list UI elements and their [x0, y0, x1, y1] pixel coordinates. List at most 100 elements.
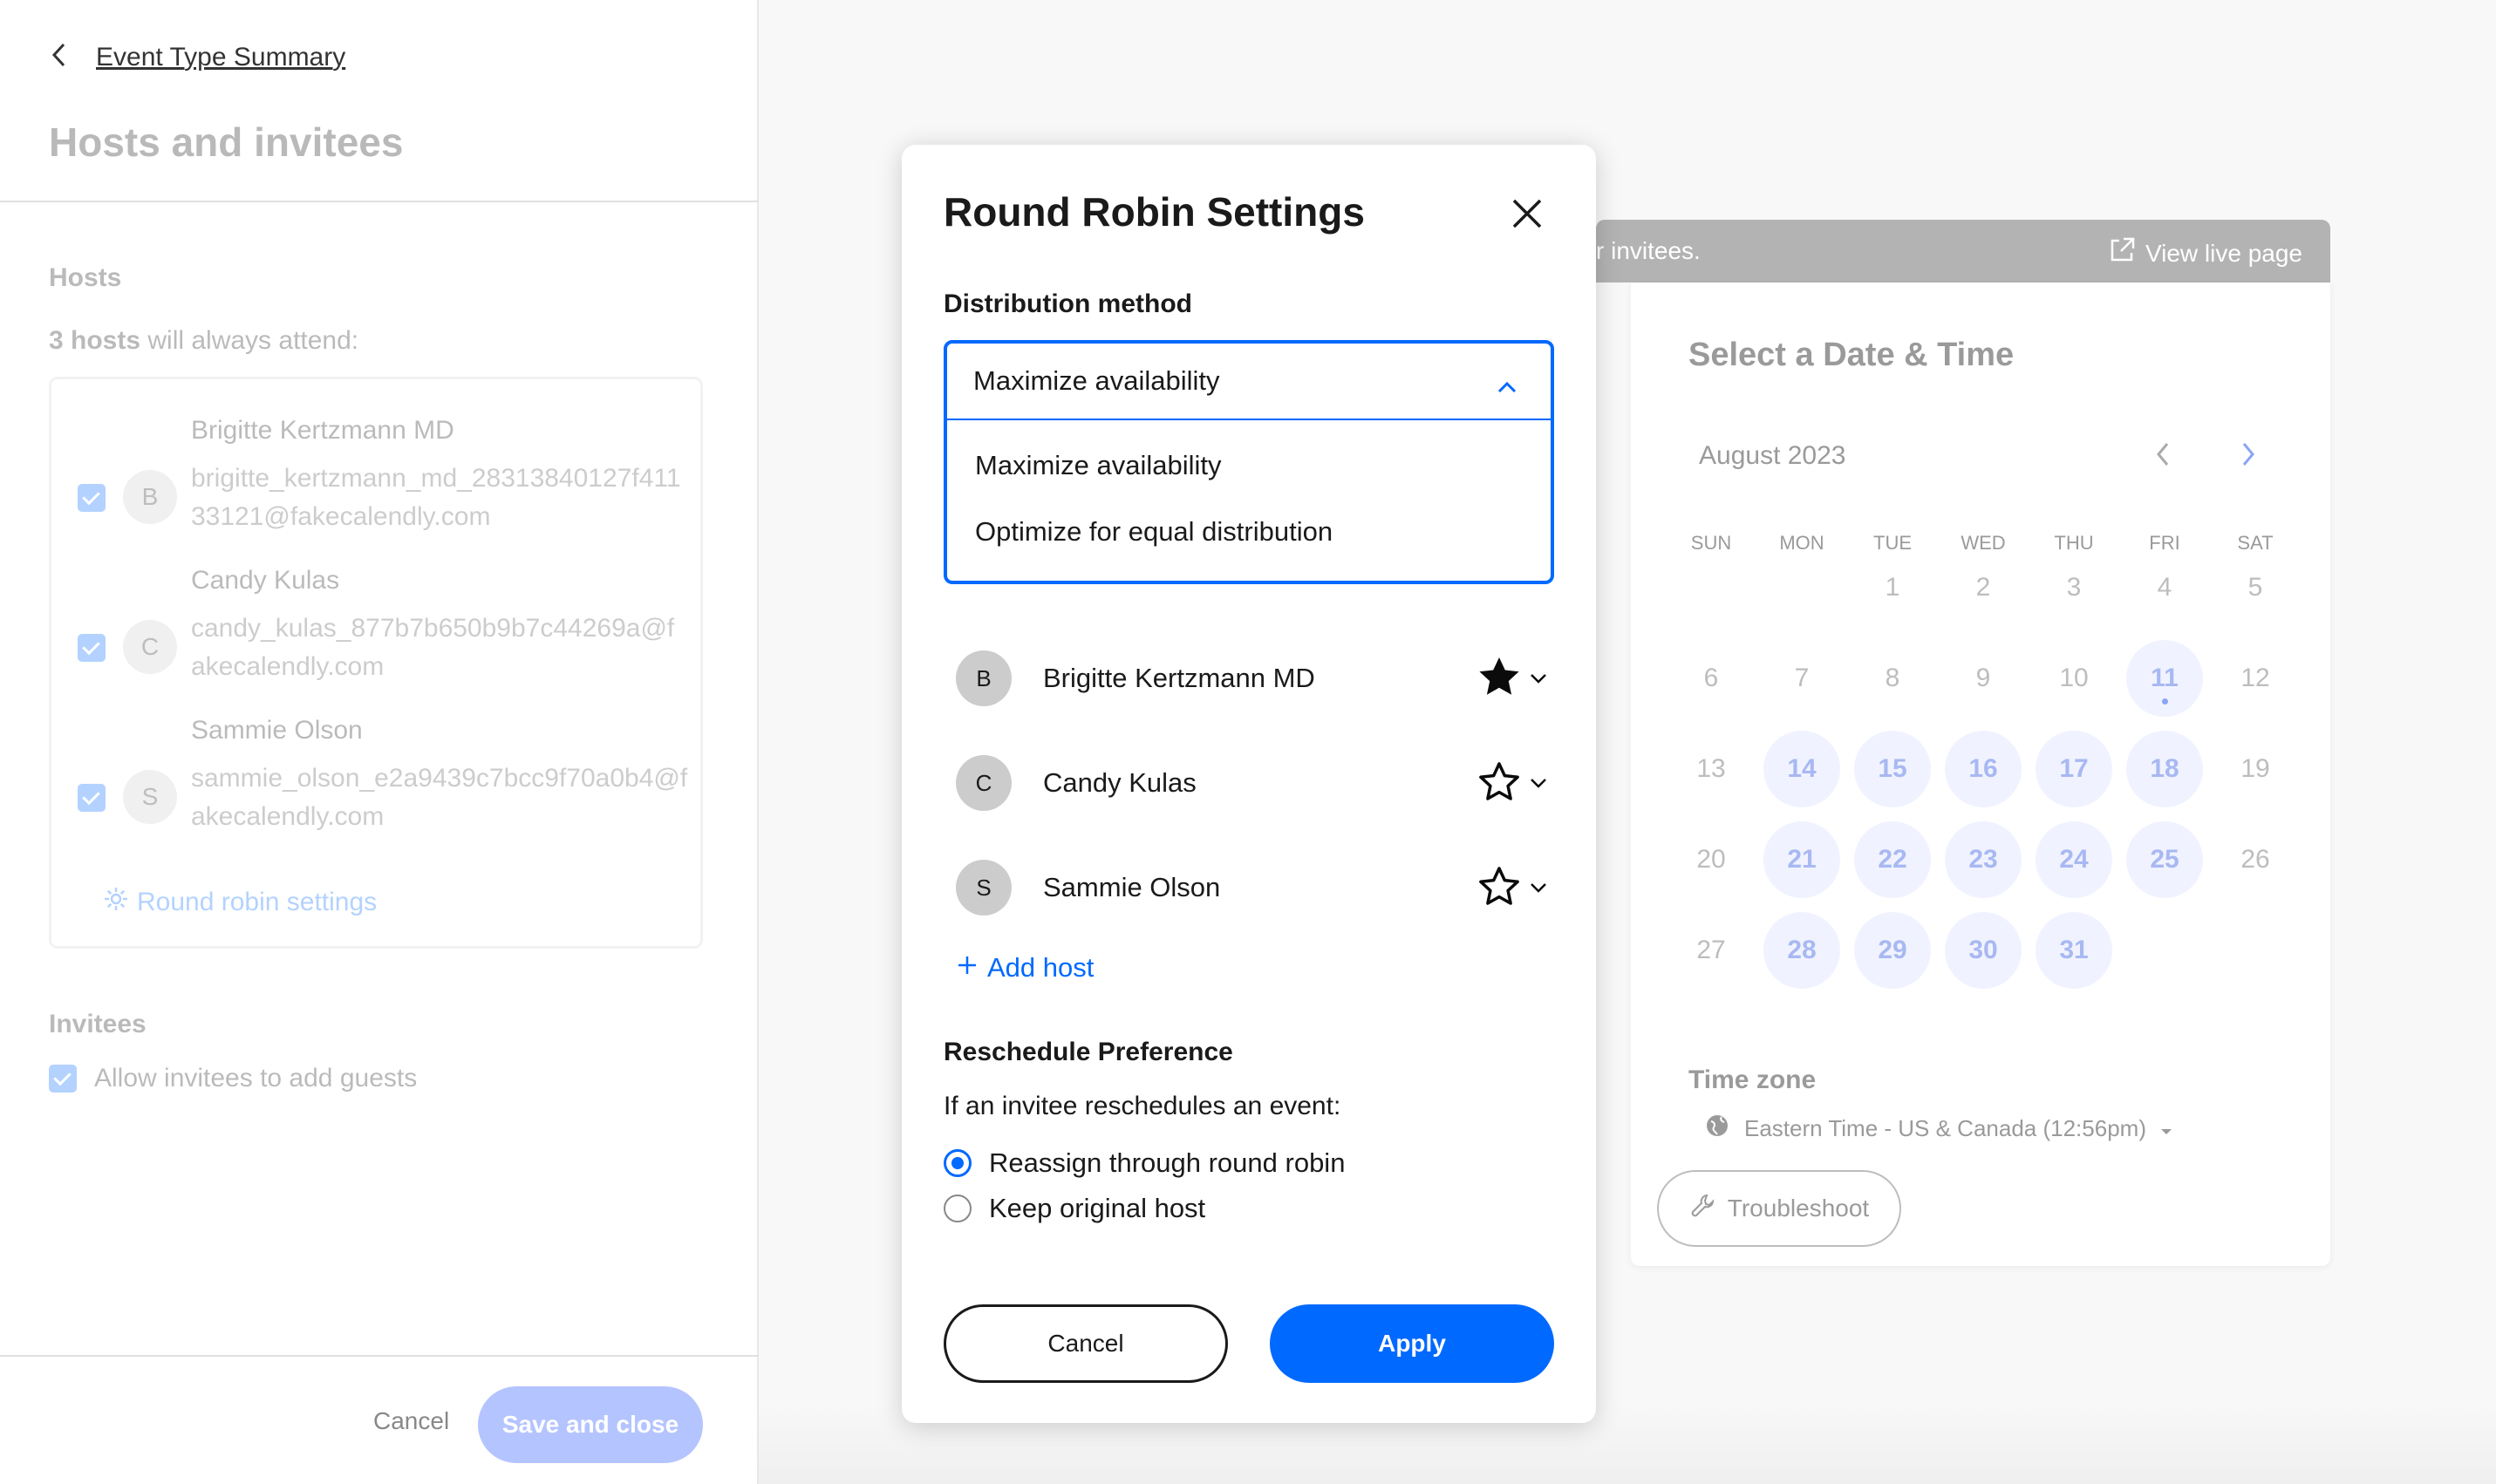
calendar-day[interactable]: 22	[1854, 821, 1931, 898]
gear-icon	[102, 885, 130, 920]
calendar-day: 5	[2247, 573, 2263, 602]
reschedule-heading: Reschedule Preference	[944, 1038, 1233, 1066]
chevron-down-icon[interactable]	[1528, 877, 1549, 898]
invitees-heading: Invitees	[49, 1010, 147, 1038]
timezone-heading: Time zone	[1688, 1065, 1817, 1094]
booking-preview: r invitees. View live page Select a Date…	[1596, 220, 2330, 1266]
calendar-day: 12	[2240, 664, 2270, 692]
modal-cancel-button[interactable]: Cancel	[944, 1304, 1228, 1383]
chevron-down-icon[interactable]	[1528, 668, 1549, 689]
add-host-label: Add host	[987, 952, 1095, 983]
calendar-day: 27	[1696, 936, 1726, 964]
host-checkbox[interactable]	[78, 484, 106, 512]
calendar-day[interactable]: 18	[2126, 731, 2203, 807]
radio-keep-original-host[interactable]: Keep original host	[944, 1193, 1205, 1224]
radio-button[interactable]	[944, 1195, 972, 1222]
distribution-options: Maximize availability Optimize for equal…	[944, 419, 1554, 584]
calendar-day[interactable]: 23	[1945, 821, 2022, 898]
troubleshoot-label: Troubleshoot	[1727, 1195, 1870, 1222]
radio-reassign-round-robin[interactable]: Reassign through round robin	[944, 1147, 1345, 1179]
close-icon	[1505, 199, 1549, 238]
weekday-sun: SUN	[1690, 532, 1732, 554]
hosts-count: 3 hosts	[49, 326, 141, 355]
month-label: August 2023	[1699, 441, 1846, 470]
host-name: Candy Kulas	[1043, 767, 1197, 798]
calendar-day[interactable]: 28	[1763, 912, 1840, 989]
troubleshoot-button[interactable]: Troubleshoot	[1657, 1170, 1901, 1247]
calendar-card: Select a Date & Time August 2023 SUN MON T…	[1631, 283, 2330, 1266]
view-live-page-link[interactable]: View live page	[2107, 235, 2302, 271]
radio-button[interactable]	[944, 1149, 972, 1177]
calendar-day: 7	[1794, 664, 1810, 692]
preview-banner: r invitees. View live page	[1596, 220, 2330, 283]
avatar: S	[956, 860, 1012, 916]
host-email: sammie_olson_e2a9439c7bcc9f70a0b4@fakeca…	[191, 764, 688, 831]
host-name: Brigitte Kertzmann MD	[1043, 663, 1315, 693]
calendar-day[interactable]: 14	[1763, 731, 1840, 807]
cancel-button[interactable]: Cancel	[373, 1407, 449, 1435]
calendar-title: Select a Date & Time	[1688, 337, 2015, 373]
star-outline-icon[interactable]	[1476, 759, 1523, 806]
back-link[interactable]: Event Type Summary	[96, 43, 345, 72]
calendar-day[interactable]: 31	[2036, 912, 2112, 989]
plus-icon	[956, 952, 979, 984]
star-filled-icon[interactable]	[1476, 654, 1523, 701]
chevron-left-icon[interactable]	[49, 42, 70, 72]
calendar-day: 2	[1975, 573, 1991, 602]
chevron-right-icon[interactable]	[2240, 439, 2257, 477]
host-name: Sammie Olson	[191, 716, 363, 745]
radio-label: Reassign through round robin	[989, 1147, 1346, 1178]
chevron-up-icon	[1497, 370, 1517, 401]
distribution-method-label: Distribution method	[944, 289, 1192, 318]
calendar-day[interactable]: 21	[1763, 821, 1840, 898]
calendar-day[interactable]: 30	[1945, 912, 2022, 989]
host-checkbox[interactable]	[78, 784, 106, 812]
wrench-icon	[1689, 1193, 1715, 1225]
reschedule-subtitle: If an invitee reschedules an event:	[944, 1092, 1341, 1120]
allow-guests-checkbox[interactable]	[49, 1065, 77, 1093]
chevron-down-icon[interactable]	[1528, 773, 1549, 793]
radio-label: Keep original host	[989, 1193, 1206, 1223]
add-host-button[interactable]: Add host	[956, 952, 1094, 984]
avatar: B	[123, 470, 177, 524]
banner-text: r invitees.	[1596, 237, 1701, 264]
hosts-heading: Hosts	[49, 263, 122, 292]
round-robin-settings-link[interactable]: Round robin settings	[102, 885, 377, 920]
star-outline-icon[interactable]	[1476, 863, 1523, 910]
calendar-day[interactable]: 16	[1945, 731, 2022, 807]
calendar-day: 9	[1975, 664, 1991, 692]
calendar-day[interactable]: 25	[2126, 821, 2203, 898]
allow-guests-label: Allow invitees to add guests	[94, 1064, 418, 1093]
calendar-day[interactable]: 11	[2126, 640, 2203, 717]
apply-button[interactable]: Apply	[1270, 1304, 1554, 1383]
host-email: candy_kulas_877b7b650b9b7c44269a@fakecal…	[191, 614, 675, 681]
page-title: Hosts and invitees	[49, 119, 404, 165]
breadcrumb[interactable]: Event Type Summary	[49, 42, 345, 72]
option-equal-distribution[interactable]: Optimize for equal distribution	[975, 516, 1333, 548]
calendar-day[interactable]: 29	[1854, 912, 1931, 989]
timezone-value: Eastern Time - US & Canada (12:56pm)	[1744, 1115, 2146, 1141]
allow-guests-option[interactable]: Allow invitees to add guests	[49, 1064, 417, 1093]
round-robin-settings-modal: Round Robin Settings Distribution method…	[902, 145, 1596, 1423]
distribution-method-select[interactable]: Maximize availability	[944, 340, 1554, 422]
host-email: brigitte_kertzmann_md_28313840127f411331…	[191, 464, 681, 531]
option-maximize-availability[interactable]: Maximize availability	[975, 450, 1222, 481]
calendar-day[interactable]: 17	[2036, 731, 2112, 807]
chevron-left-icon[interactable]	[2154, 439, 2172, 477]
host-name: Brigitte Kertzmann MD	[191, 416, 454, 445]
footer-divider	[0, 1355, 759, 1357]
selected-value: Maximize availability	[973, 365, 1220, 396]
save-and-close-button[interactable]: Save and close	[478, 1386, 703, 1463]
host-checkbox[interactable]	[78, 634, 106, 662]
calendar-day: 3	[2066, 573, 2082, 602]
close-button[interactable]	[1505, 192, 1549, 235]
timezone-select[interactable]: Eastern Time - US & Canada (12:56pm)	[1704, 1113, 2172, 1145]
hosts-subtitle: 3 hosts will always attend:	[49, 326, 358, 356]
calendar-day[interactable]: 15	[1854, 731, 1931, 807]
calendar-day: 4	[2157, 573, 2172, 602]
calendar-day[interactable]: 24	[2036, 821, 2112, 898]
hosts-subtitle-text: will always attend:	[140, 326, 359, 355]
calendar-day: 20	[1696, 845, 1726, 874]
host-name: Candy Kulas	[191, 566, 340, 595]
weekday-mon: MON	[1779, 532, 1824, 554]
